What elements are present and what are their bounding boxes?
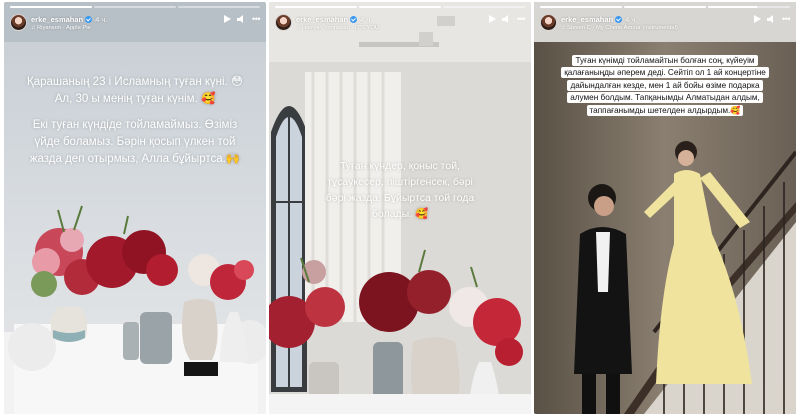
story-3[interactable]: erke_esmahan 4 ч. ♫ Steven C · My Cherie … [534, 2, 796, 414]
caption-line: дайындалған кезде, мен 1 ай бойы өзіме п… [567, 79, 763, 91]
username[interactable]: erke_esmahan 4 ч. [296, 15, 372, 24]
progress-segment [443, 6, 525, 8]
caption-line: қалағаныңды әперем деді. Сейтіп ол 1 ай … [561, 67, 769, 79]
story-2[interactable]: erke_esmahan 4 ч. ♫ Harryan Yoonsoan · IT… [269, 2, 531, 414]
story-caption: Туған күндер, қоныс той, тұсаукесер, піш… [289, 158, 511, 222]
post-time: 4 ч. [360, 15, 373, 24]
username[interactable]: erke_esmahan 4 ч. [561, 15, 637, 24]
progress-segment [178, 6, 260, 8]
music-label[interactable]: ♫ Steven C · My Cherie Amour (instrument… [561, 25, 678, 31]
caption-line: болады. 🥰 [371, 208, 429, 220]
story-1[interactable]: erke_esmahan 4 ч. ♫ Riyanson · Apple Pie … [4, 2, 266, 414]
music-track: Harryan Yoonsoan · IT'S YOU [301, 25, 380, 31]
play-icon[interactable] [752, 15, 762, 24]
play-icon[interactable] [487, 15, 497, 24]
username[interactable]: erke_esmahan 4 ч. [31, 15, 107, 24]
story-1-photo [4, 2, 266, 414]
caption-line: тұсаукесер, піштіргенсек, бәрі [327, 176, 473, 188]
story-header: erke_esmahan 4 ч. ♫ Harryan Yoonsoan · IT… [275, 13, 525, 39]
caption-line: Ал, 30 ы менің туған күнім. 🥰 [54, 93, 216, 105]
caption-line: Қарашаның 23 і Исламның туған күні. 😳 [27, 76, 243, 88]
caption-line: бәрі жазда. Бұйыртса той годa [325, 192, 475, 204]
progress-segment [275, 6, 357, 8]
progress-segment [359, 6, 441, 8]
more-options-icon[interactable]: ••• [517, 15, 525, 24]
volume-icon[interactable] [237, 15, 246, 24]
avatar[interactable] [275, 14, 292, 31]
caption-line: таппағанымды шетелден алдырдым.🥰 [586, 104, 744, 116]
username-text[interactable]: erke_esmahan [296, 15, 348, 24]
volume-icon[interactable] [767, 15, 776, 24]
avatar[interactable] [10, 14, 27, 31]
story-progress [275, 6, 525, 8]
username-text[interactable]: erke_esmahan [31, 15, 83, 24]
music-track: Riyanson · Apple Pie [36, 25, 91, 31]
music-label[interactable]: ♫ Harryan Yoonsoan · IT'S YOU [296, 25, 379, 31]
post-time: 4 ч. [95, 15, 108, 24]
story-caption: Туған күнімді тойламайтын болған соң, кү… [552, 55, 778, 117]
story-controls: ••• [752, 15, 790, 24]
verified-icon [615, 16, 623, 23]
caption-line: үйде боламыз. Бәрін қосып үлкен той [34, 136, 236, 148]
username-text[interactable]: erke_esmahan [561, 15, 613, 24]
volume-icon[interactable] [502, 15, 511, 24]
caption-line: жазда деп отырмыз, Алла бұйыртса.🙌 [29, 153, 241, 165]
caption-line: Екі туған күндіде тойламаймыз. Өзіміз [32, 119, 238, 131]
story-progress [10, 6, 260, 8]
post-time: 4 ч. [625, 15, 638, 24]
more-options-icon[interactable]: ••• [782, 15, 790, 24]
story-caption: Қарашаның 23 і Исламның туған күні. 😳 Ал… [14, 74, 256, 108]
story-progress [540, 6, 790, 8]
progress-segment [708, 6, 790, 8]
play-icon[interactable] [222, 15, 232, 24]
story-caption-second: Екі туған күндіде тойламаймыз. Өзіміз үй… [14, 117, 256, 168]
more-options-icon[interactable]: ••• [252, 15, 260, 24]
avatar[interactable] [540, 14, 557, 31]
progress-segment [10, 6, 92, 8]
progress-segment [540, 6, 622, 8]
caption-line: Туған күнімді тойламайтын болған соң, кү… [572, 55, 758, 66]
verified-icon [350, 16, 358, 23]
story-controls: ••• [487, 15, 525, 24]
caption-line: Туған күндер, қоныс той, [339, 160, 460, 172]
music-track: Steven C · My Cherie Amour (instrumental… [566, 25, 678, 31]
story-controls: ••• [222, 15, 260, 24]
verified-icon [85, 16, 93, 23]
story-header: erke_esmahan 4 ч. ♫ Steven C · My Cherie … [540, 13, 790, 39]
story-header: erke_esmahan 4 ч. ♫ Riyanson · Apple Pie … [10, 13, 260, 39]
music-label[interactable]: ♫ Riyanson · Apple Pie [31, 25, 91, 31]
progress-segment [94, 6, 176, 8]
caption-line: алумен болдым. Тапқанымды Алматыдан алды… [567, 92, 763, 104]
progress-segment [624, 6, 706, 8]
